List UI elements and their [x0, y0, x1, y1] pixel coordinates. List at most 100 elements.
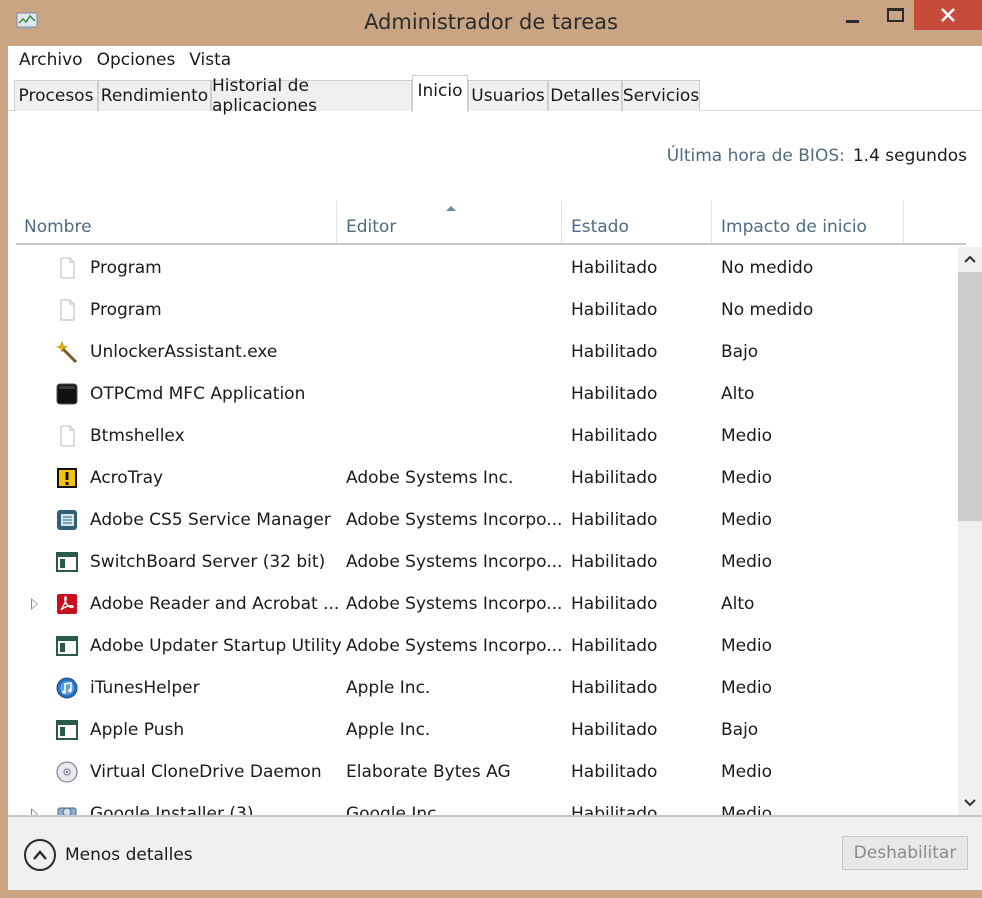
- row-impact: Medio: [721, 510, 773, 530]
- tab-servicios[interactable]: Servicios: [622, 80, 700, 111]
- window-app-icon: [56, 636, 78, 656]
- installer-icon: [57, 807, 77, 815]
- table-row[interactable]: Program Habilitado No medido: [16, 289, 949, 331]
- row-state: Habilitado: [571, 300, 658, 320]
- row-state: Habilitado: [571, 468, 658, 488]
- table-row[interactable]: OTPCmd MFC Application Habilitado Alto: [16, 373, 949, 415]
- chevron-up-icon: [964, 255, 976, 263]
- row-state: Habilitado: [571, 678, 658, 698]
- bios-time: Última hora de BIOS: 1.4 segundos: [667, 146, 967, 166]
- tab-procesos[interactable]: Procesos: [14, 80, 98, 111]
- row-editor: Adobe Systems Incorpo...: [346, 594, 563, 614]
- column-header-state[interactable]: Estado: [563, 201, 711, 243]
- row-impact: Bajo: [721, 342, 759, 362]
- table-row[interactable]: Virtual CloneDrive Daemon Elaborate Byte…: [16, 751, 949, 793]
- less-details-button[interactable]: [24, 839, 56, 871]
- row-impact: Medio: [721, 468, 773, 488]
- row-impact: Medio: [721, 552, 773, 572]
- blank-file-icon: [60, 425, 75, 447]
- column-header-name[interactable]: Nombre: [16, 201, 336, 243]
- row-name: Adobe CS5 Service Manager: [90, 510, 331, 530]
- scroll-thumb[interactable]: [958, 272, 982, 521]
- row-name: Virtual CloneDrive Daemon: [90, 762, 322, 782]
- vertical-scrollbar[interactable]: [958, 247, 982, 815]
- minimize-button[interactable]: [829, 0, 875, 30]
- table-row[interactable]: Adobe Reader and Acrobat ... Adobe Syste…: [16, 583, 949, 625]
- close-icon: [941, 8, 955, 22]
- table-row[interactable]: AcroTray Adobe Systems Inc. Habilitado M…: [16, 457, 949, 499]
- tab-usuarios[interactable]: Usuarios: [468, 80, 548, 111]
- row-state: Habilitado: [571, 426, 658, 446]
- black-app-icon: [56, 383, 78, 405]
- row-impact: Medio: [721, 426, 773, 446]
- row-state: Habilitado: [571, 594, 658, 614]
- row-name: Program: [90, 300, 162, 320]
- table-row[interactable]: Google Installer (3) Google Inc. Habilit…: [16, 793, 949, 815]
- row-state: Habilitado: [571, 552, 658, 572]
- chevron-down-icon: [964, 799, 976, 807]
- row-impact: Bajo: [721, 720, 759, 740]
- tab-historial[interactable]: Historial de aplicaciones: [211, 76, 412, 116]
- row-name: SwitchBoard Server (32 bit): [90, 552, 326, 572]
- menu-archivo[interactable]: Archivo: [12, 46, 90, 75]
- row-editor: Adobe Systems Incorpo...: [346, 636, 563, 656]
- tab-strip: Procesos Rendimiento Historial de aplica…: [8, 75, 982, 116]
- table-row[interactable]: UnlockerAssistant.exe Habilitado Bajo: [16, 331, 949, 373]
- row-name: Btmshellex: [90, 426, 185, 446]
- column-divider[interactable]: [336, 201, 337, 243]
- expand-arrow-icon[interactable]: [31, 598, 38, 610]
- window-app-icon: [56, 720, 78, 740]
- menu-vista[interactable]: Vista: [182, 46, 238, 75]
- menu-bar: Archivo Opciones Vista: [8, 46, 982, 75]
- row-name: Program: [90, 258, 162, 278]
- less-details-label[interactable]: Menos detalles: [65, 845, 193, 865]
- disable-button[interactable]: Deshabilitar: [842, 836, 968, 870]
- table-row[interactable]: Adobe Updater Startup Utility Adobe Syst…: [16, 625, 949, 667]
- row-name: Adobe Updater Startup Utility: [90, 636, 342, 656]
- table-row[interactable]: Btmshellex Habilitado Medio: [16, 415, 949, 457]
- row-name: Adobe Reader and Acrobat ...: [90, 594, 340, 614]
- scroll-up-button[interactable]: [958, 247, 982, 271]
- scroll-down-button[interactable]: [958, 791, 982, 815]
- acrotray-icon: [57, 468, 77, 488]
- startup-table-body: Program Habilitado No medido Program Hab…: [16, 247, 949, 815]
- tab-inicio[interactable]: Inicio: [412, 75, 468, 112]
- table-row[interactable]: SwitchBoard Server (32 bit) Adobe System…: [16, 541, 949, 583]
- startup-table-header: Nombre Editor Estado Impacto de inicio: [16, 201, 966, 245]
- row-name: AcroTray: [90, 468, 164, 488]
- maximize-button[interactable]: [872, 0, 918, 30]
- table-row[interactable]: Adobe CS5 Service Manager Adobe Systems …: [16, 499, 949, 541]
- row-impact: No medido: [721, 300, 814, 320]
- title-bar[interactable]: Administrador de tareas: [0, 0, 982, 46]
- close-button[interactable]: [914, 0, 982, 30]
- column-header-impact[interactable]: Impacto de inicio: [713, 201, 903, 243]
- column-divider[interactable]: [711, 201, 712, 243]
- row-impact: Medio: [721, 762, 773, 782]
- bios-time-label: Última hora de BIOS:: [666, 146, 845, 166]
- tab-detalles[interactable]: Detalles: [548, 80, 622, 111]
- row-editor: Elaborate Bytes AG: [346, 762, 511, 782]
- table-row[interactable]: Apple Push Apple Inc. Habilitado Bajo: [16, 709, 949, 751]
- client-area: Archivo Opciones Vista Procesos Rendimie…: [8, 46, 982, 890]
- footer-bar: Menos detalles Deshabilitar: [8, 815, 982, 890]
- magic-wand-icon: [56, 341, 78, 363]
- bios-time-value: 1.4 segundos: [852, 146, 967, 166]
- tab-rendimiento[interactable]: Rendimiento: [98, 80, 211, 111]
- table-row[interactable]: iTunesHelper Apple Inc. Habilitado Medio: [16, 667, 949, 709]
- table-row[interactable]: Program Habilitado No medido: [16, 247, 949, 289]
- column-divider[interactable]: [561, 201, 562, 243]
- service-manager-icon: [57, 510, 77, 530]
- blank-file-icon: [60, 299, 75, 321]
- row-name: Apple Push: [90, 720, 185, 740]
- row-impact: No medido: [721, 258, 814, 278]
- column-divider[interactable]: [903, 201, 904, 243]
- row-editor: Apple Inc.: [346, 678, 431, 698]
- menu-opciones[interactable]: Opciones: [90, 46, 183, 75]
- column-header-editor[interactable]: Editor: [338, 201, 561, 243]
- row-impact: Alto: [721, 594, 755, 614]
- expand-arrow-icon[interactable]: [31, 808, 38, 815]
- row-editor: Google Inc.: [346, 804, 442, 815]
- row-state: Habilitado: [571, 384, 658, 404]
- row-state: Habilitado: [571, 342, 658, 362]
- row-name: Google Installer (3): [90, 804, 254, 815]
